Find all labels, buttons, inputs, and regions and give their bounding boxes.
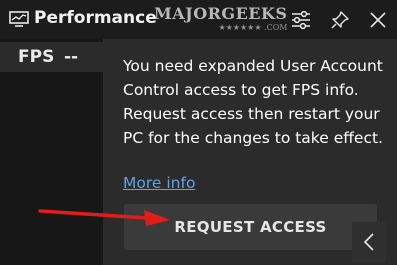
fps-value: -- [64,47,79,67]
settings-sliders-icon [292,10,310,29]
metrics-panel: FPS -- [0,39,103,265]
performance-monitor-icon [9,11,29,27]
chevron-left-icon [363,233,374,251]
title-bar: Performance MAJORGEEKS ★★★★★★ .COM [0,0,397,39]
pin-icon [331,10,349,29]
window-title: Performance [34,8,157,28]
request-access-button[interactable]: REQUEST ACCESS [124,204,377,250]
fps-label: FPS [18,47,55,67]
more-info-link[interactable]: More info [123,174,195,192]
close-icon [370,11,386,28]
close-button[interactable] [361,4,395,35]
watermark-text: MAJORGEEKS [154,4,288,23]
fps-metric-row[interactable]: FPS -- [0,42,103,72]
watermark-subtext: ★★★★★★ .COM [218,23,288,32]
collapse-button[interactable] [352,222,386,262]
pin-button[interactable] [323,4,357,35]
watermark: MAJORGEEKS ★★★★★★ .COM [150,1,287,37]
access-message: You need expanded User Account Control a… [123,57,383,147]
settings-button[interactable] [284,4,318,35]
